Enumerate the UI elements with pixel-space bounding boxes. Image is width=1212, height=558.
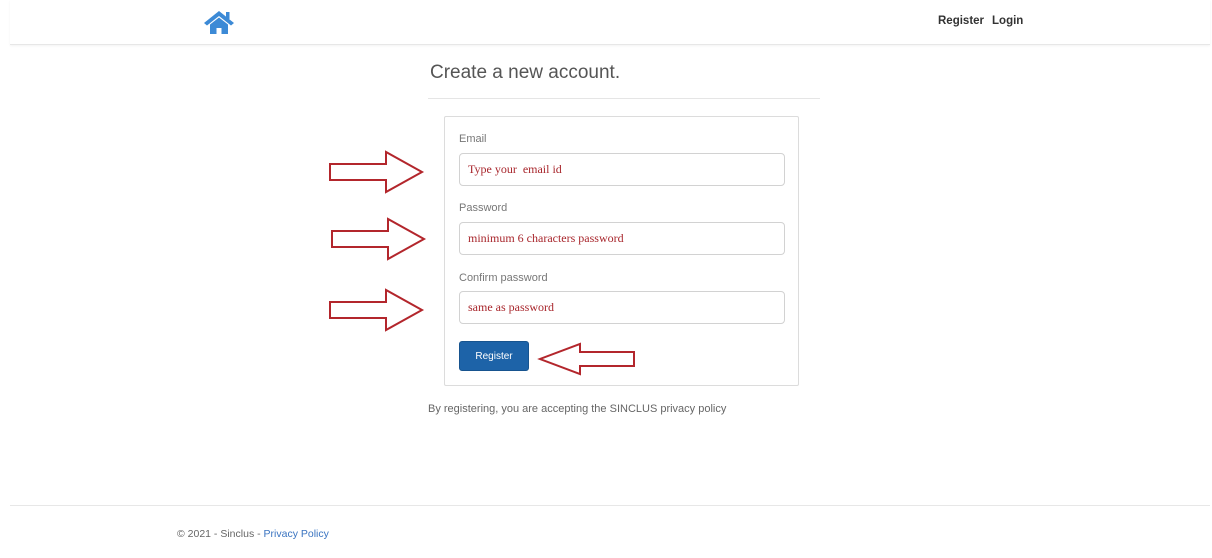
register-button[interactable]: Register bbox=[459, 341, 529, 371]
arrow-right-icon bbox=[329, 288, 425, 332]
privacy-notice: By registering, you are accepting the SI… bbox=[428, 403, 727, 415]
title-divider bbox=[428, 98, 820, 99]
password-label: Password bbox=[459, 202, 508, 214]
arrow-right-icon bbox=[331, 217, 427, 261]
password-field[interactable] bbox=[459, 222, 785, 255]
footer-copyright: © 2021 - Sinclus - bbox=[177, 528, 264, 540]
arrow-right-icon bbox=[329, 150, 425, 194]
arrow-left-icon bbox=[537, 342, 635, 376]
home-link[interactable] bbox=[202, 8, 236, 36]
home-icon bbox=[204, 11, 234, 34]
top-navbar: Register Login bbox=[10, 0, 1210, 45]
nav-register-link[interactable]: Register bbox=[938, 15, 984, 27]
footer: © 2021 - Sinclus - Privacy Policy bbox=[177, 528, 329, 540]
email-label: Email bbox=[459, 133, 487, 145]
email-field[interactable] bbox=[459, 153, 785, 186]
footer-divider bbox=[10, 505, 1210, 506]
nav-login-link[interactable]: Login bbox=[992, 15, 1023, 27]
footer-privacy-link[interactable]: Privacy Policy bbox=[264, 528, 329, 540]
confirm-password-field[interactable] bbox=[459, 291, 785, 324]
nav-links: Register Login bbox=[938, 15, 1023, 27]
confirm-password-label: Confirm password bbox=[459, 272, 548, 284]
page-title: Create a new account. bbox=[430, 62, 621, 83]
page: Register Login Create a new account. Emai… bbox=[0, 0, 1212, 558]
